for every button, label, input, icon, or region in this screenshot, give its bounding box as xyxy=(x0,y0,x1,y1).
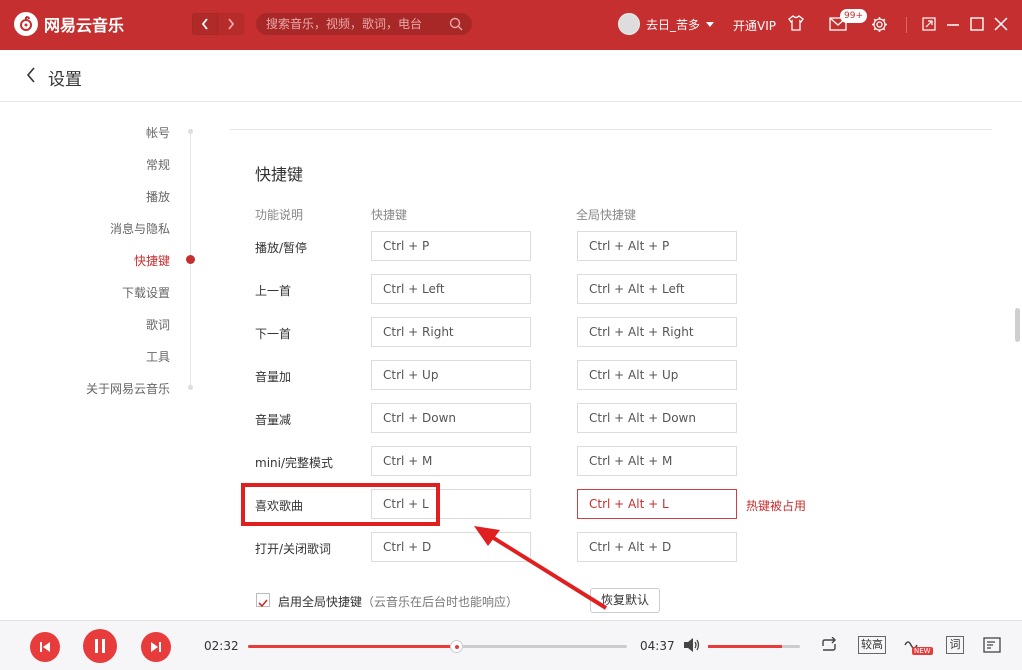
loop-mode-icon[interactable] xyxy=(820,637,838,653)
annotation-arrow-icon xyxy=(474,526,608,610)
search-box xyxy=(256,13,472,35)
column-header-shortcut: 快捷键 xyxy=(371,208,408,222)
active-timeline-dot xyxy=(186,255,195,264)
skin-tshirt-icon[interactable] xyxy=(787,14,805,32)
total-time: 04:37 xyxy=(640,639,675,653)
annotation-highlight-box xyxy=(241,483,440,526)
netease-music-logo-icon xyxy=(14,12,38,36)
volume-fill xyxy=(708,645,782,648)
timeline-dot xyxy=(188,129,193,134)
current-time: 02:32 xyxy=(204,639,239,653)
shortcut-label: 播放/暂停 xyxy=(255,241,308,255)
lyrics-toggle-button[interactable]: 词 xyxy=(946,636,964,654)
global-shortcut-input[interactable]: Ctrl + Alt + Up xyxy=(577,360,737,390)
shortcut-label: 音量加 xyxy=(255,370,292,384)
pause-button[interactable] xyxy=(83,629,117,663)
search-icon[interactable] xyxy=(449,17,463,31)
previous-icon xyxy=(40,642,50,652)
app-title: 网易云音乐 xyxy=(44,16,125,35)
settings-sidebar: 帐号 常规 播放 消息与隐私 快捷键 下载设置 歌词 工具 关于网易云音乐 xyxy=(0,102,200,620)
sidebar-item-about[interactable]: 关于网易云音乐 xyxy=(86,380,170,397)
content-scrollbar[interactable] xyxy=(1015,308,1020,342)
shortcut-input[interactable]: Ctrl + Right xyxy=(371,317,531,347)
username[interactable]: 去日_苦多 xyxy=(646,16,700,33)
player-bar: 02:32 04:37 较高 NEW 词 xyxy=(0,620,1022,670)
chevron-left-icon xyxy=(201,18,208,30)
shortcut-label: 上一首 xyxy=(255,284,292,298)
shortcut-input[interactable]: Ctrl + P xyxy=(371,231,531,261)
settings-gear-icon[interactable] xyxy=(871,16,888,33)
shortcut-label: 下一首 xyxy=(255,327,292,341)
sidebar-item-download[interactable]: 下载设置 xyxy=(122,284,170,301)
shortcut-input[interactable]: Ctrl + Down xyxy=(371,403,531,433)
volume-slider[interactable] xyxy=(708,645,800,648)
history-nav xyxy=(192,13,244,35)
toolbar-divider xyxy=(906,17,907,33)
shortcut-input[interactable]: Ctrl + Left xyxy=(371,274,531,304)
volume-icon[interactable] xyxy=(683,637,701,653)
sidebar-item-playback[interactable]: 播放 xyxy=(146,188,170,205)
shortcut-label: 打开/关闭歌词 xyxy=(255,542,332,556)
checkmark-icon xyxy=(258,599,268,608)
maximize-icon[interactable] xyxy=(970,17,984,31)
shortcut-input[interactable]: Ctrl + M xyxy=(371,446,531,476)
avatar[interactable] xyxy=(618,13,640,35)
global-shortcut-input[interactable]: Ctrl + Alt + M xyxy=(577,446,737,476)
next-icon xyxy=(151,642,161,652)
forward-nav-button[interactable] xyxy=(218,13,244,35)
new-tag: NEW xyxy=(912,647,933,655)
app-logo[interactable]: 网易云音乐 xyxy=(14,12,124,36)
previous-track-button[interactable] xyxy=(30,632,60,662)
settings-header: 设置 xyxy=(0,50,1022,102)
pause-icon xyxy=(95,639,105,653)
close-icon[interactable] xyxy=(994,17,1008,31)
playlist-icon[interactable] xyxy=(983,637,1001,653)
page-title: 设置 xyxy=(48,70,82,90)
search-input[interactable] xyxy=(256,17,441,31)
chevron-down-icon[interactable] xyxy=(706,21,715,27)
vip-link[interactable]: 开通VIP xyxy=(733,17,776,34)
timeline-dot xyxy=(188,385,193,390)
global-shortcut-input[interactable]: Ctrl + Alt + P xyxy=(577,231,737,261)
progress-slider[interactable] xyxy=(248,640,627,653)
sidebar-item-general[interactable]: 常规 xyxy=(146,156,170,173)
column-header-global: 全局快捷键 xyxy=(576,208,637,222)
enable-global-shortcuts-checkbox[interactable] xyxy=(256,593,270,608)
sidebar-item-account[interactable]: 帐号 xyxy=(146,124,170,141)
next-track-button[interactable] xyxy=(141,632,171,662)
shortcut-label: 音量减 xyxy=(255,413,292,427)
back-arrow-icon[interactable] xyxy=(26,67,36,83)
enable-global-label-text: 启用全局快捷键 xyxy=(278,595,363,609)
sound-quality-button[interactable]: 较高 xyxy=(858,636,886,654)
global-shortcut-input[interactable]: Ctrl + Alt + Left xyxy=(577,274,737,304)
minimize-icon[interactable] xyxy=(946,23,960,27)
column-header-function: 功能说明 xyxy=(255,208,304,222)
sidebar-item-privacy[interactable]: 消息与隐私 xyxy=(110,220,170,237)
back-nav-button[interactable] xyxy=(192,13,218,35)
chevron-right-icon xyxy=(228,18,235,30)
progress-fill xyxy=(248,645,457,648)
shortcut-input[interactable]: Ctrl + Up xyxy=(371,360,531,390)
shortcut-label: mini/完整模式 xyxy=(255,456,334,470)
section-title: 快捷键 xyxy=(255,165,304,184)
global-shortcut-input[interactable]: Ctrl + Alt + Down xyxy=(577,403,737,433)
title-bar: 网易云音乐 去日_苦多 开通VIP 99+ xyxy=(0,0,1022,50)
message-badge: 99+ xyxy=(840,9,867,23)
progress-knob[interactable] xyxy=(450,640,464,653)
global-shortcut-input-conflict[interactable]: Ctrl + Alt + L xyxy=(577,489,737,519)
mini-mode-icon[interactable] xyxy=(922,17,936,31)
sidebar-item-tools[interactable]: 工具 xyxy=(146,348,170,365)
sidebar-item-shortcuts[interactable]: 快捷键 xyxy=(134,252,170,269)
section-divider xyxy=(230,129,992,130)
global-shortcut-input[interactable]: Ctrl + Alt + Right xyxy=(577,317,737,347)
sidebar-item-lyrics[interactable]: 歌词 xyxy=(146,316,170,333)
user-menu[interactable]: 去日_苦多 xyxy=(618,13,715,35)
hotkey-conflict-warning: 热键被占用 xyxy=(746,499,807,513)
